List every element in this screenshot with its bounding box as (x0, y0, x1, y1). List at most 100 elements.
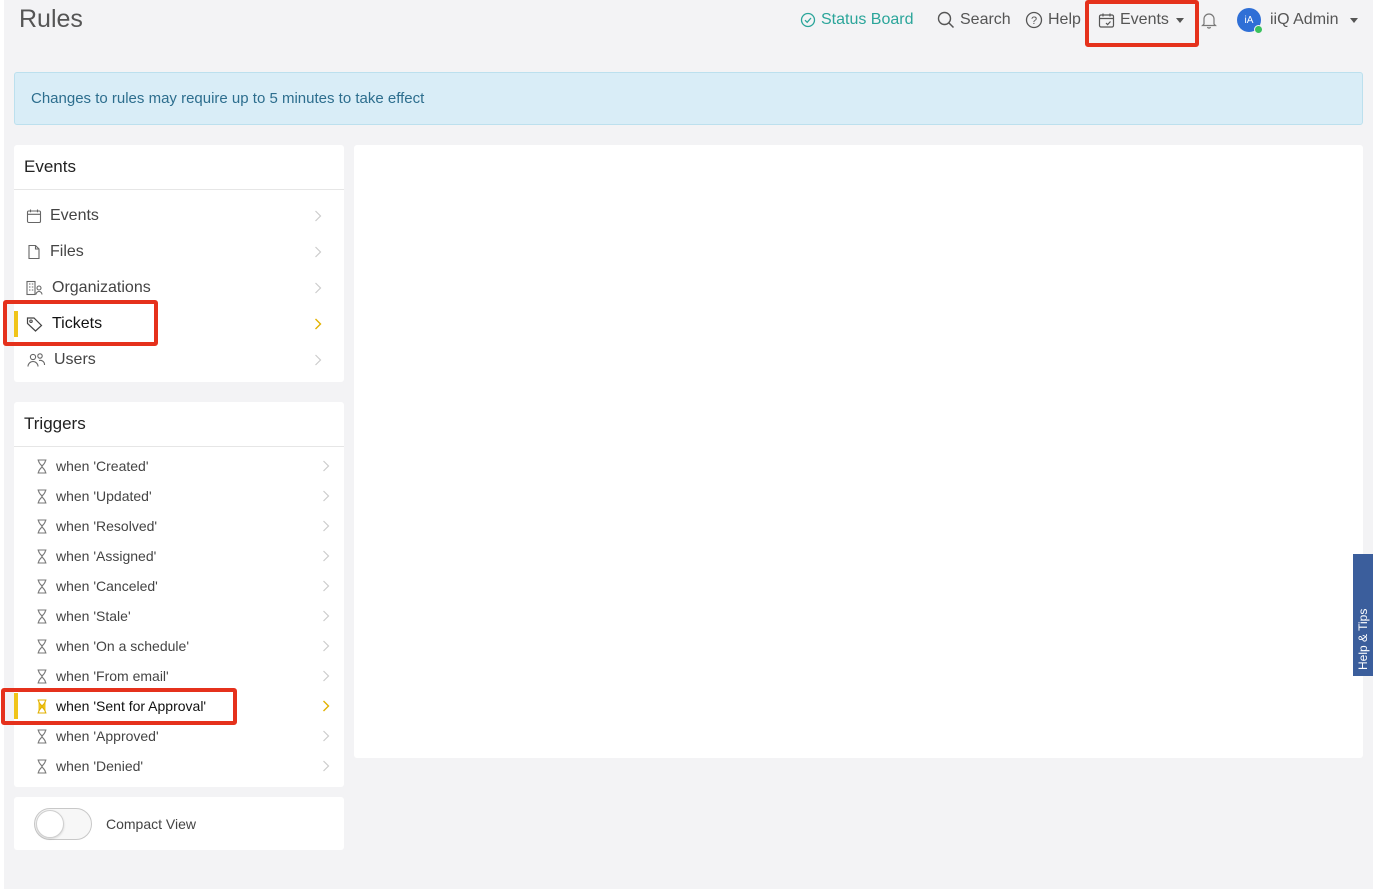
status-board-link[interactable]: Status Board (800, 9, 914, 31)
events-dropdown-label: Events (1120, 11, 1169, 28)
trigger-label: 'Assigned' (93, 548, 157, 564)
compact-view-label: Compact View (106, 815, 197, 832)
chevron-right-icon (323, 670, 330, 682)
event-item-files[interactable]: Files (14, 234, 344, 270)
trigger-prefix: when (56, 608, 94, 624)
event-item-label: Tickets (52, 315, 103, 332)
info-banner: Changes to rules may require up to 5 min… (14, 72, 1363, 125)
search-link[interactable]: Search (937, 9, 1011, 31)
chevron-right-icon (315, 246, 322, 258)
users-icon (27, 353, 46, 367)
help-tips-label: Help & Tips (1356, 608, 1370, 670)
notifications-button[interactable] (1200, 9, 1223, 31)
events-dropdown[interactable]: Events (1098, 9, 1184, 31)
trigger-label: 'Approved' (93, 728, 159, 744)
tag-icon (26, 317, 43, 332)
trigger-item[interactable]: when 'Resolved' (14, 511, 344, 541)
calendar-check-icon (1098, 13, 1115, 28)
event-item-tickets[interactable]: Tickets (14, 306, 344, 342)
bell-icon (1201, 13, 1217, 29)
chevron-right-icon (323, 640, 330, 652)
triggers-panel: Triggers when 'Created' when 'Updated' whe… (14, 402, 344, 787)
hourglass-icon (37, 758, 47, 774)
avatar-initials: iA (1244, 14, 1254, 26)
trigger-label: 'On a schedule' (93, 638, 189, 654)
toggle-knob (36, 809, 64, 838)
event-item-organizations[interactable]: Organizations (14, 270, 344, 306)
trigger-item[interactable]: when 'On a schedule' (14, 631, 344, 661)
avatar: iA (1237, 8, 1263, 34)
page-title: Rules (19, 5, 83, 33)
trigger-item[interactable]: when 'Approved' (14, 721, 344, 751)
calendar-icon (26, 209, 42, 224)
trigger-label: 'From email' (93, 668, 169, 684)
trigger-prefix: when (56, 638, 94, 654)
trigger-prefix: when (56, 488, 94, 504)
hourglass-icon (37, 698, 47, 714)
hourglass-icon (37, 488, 47, 504)
svg-text:?: ? (1031, 15, 1037, 27)
trigger-label: 'Denied' (93, 758, 144, 774)
search-label: Search (960, 11, 1011, 28)
help-label: Help (1048, 11, 1081, 28)
trigger-label: 'Created' (93, 458, 149, 474)
hourglass-icon (37, 608, 47, 624)
hourglass-icon (37, 458, 47, 474)
trigger-item[interactable]: when 'Created' (14, 451, 344, 481)
trigger-item[interactable]: when 'Denied' (14, 751, 344, 781)
chevron-right-icon (323, 580, 330, 592)
trigger-prefix: when (56, 668, 94, 684)
trigger-label: 'Resolved' (93, 518, 158, 534)
info-banner-text: Changes to rules may require up to 5 min… (31, 90, 425, 107)
hourglass-icon (37, 638, 47, 654)
trigger-item[interactable]: when 'Sent for Approval' (14, 691, 344, 721)
chevron-down-icon (1175, 17, 1184, 23)
rule-content-panel (354, 145, 1363, 758)
file-icon (28, 244, 40, 260)
event-item-events[interactable]: Events (14, 198, 344, 234)
trigger-prefix: when (56, 548, 94, 564)
trigger-prefix: when (56, 458, 94, 474)
chevron-right-icon (315, 354, 322, 366)
event-item-users[interactable]: Users (14, 342, 344, 378)
compact-view-toggle[interactable] (34, 807, 92, 840)
hourglass-icon (37, 578, 47, 594)
chevron-down-icon (1350, 17, 1359, 23)
check-circle-icon (800, 12, 816, 28)
user-menu[interactable]: iA iiQ Admin (1237, 8, 1359, 34)
hourglass-icon (37, 668, 47, 684)
chevron-right-icon (323, 760, 330, 772)
trigger-label: 'Sent for Approval' (93, 698, 207, 714)
trigger-item[interactable]: when 'From email' (14, 661, 344, 691)
trigger-label: 'Canceled' (93, 578, 158, 594)
events-list: Events Files Organizations Tickets Users (14, 190, 344, 378)
chevron-right-icon (315, 210, 322, 222)
chevron-right-icon (323, 730, 330, 742)
chevron-right-icon (323, 700, 330, 712)
trigger-item[interactable]: when 'Canceled' (14, 571, 344, 601)
chevron-right-icon (323, 550, 330, 562)
app-root: Rules Status Board Search ? Help Events … (1, 0, 1373, 889)
search-icon (937, 11, 955, 29)
trigger-prefix: when (56, 698, 94, 714)
trigger-prefix: when (56, 578, 94, 594)
compact-view-panel: Compact View (14, 797, 344, 850)
help-link[interactable]: ? Help (1025, 9, 1081, 31)
chevron-right-icon (323, 520, 330, 532)
online-status-dot (1254, 25, 1263, 34)
event-item-label: Files (50, 243, 84, 260)
status-board-label: Status Board (821, 11, 914, 28)
events-panel-title: Events (14, 145, 344, 190)
help-circle-icon: ? (1025, 11, 1043, 29)
hourglass-icon (37, 728, 47, 744)
trigger-item[interactable]: when 'Stale' (14, 601, 344, 631)
trigger-item[interactable]: when 'Assigned' (14, 541, 344, 571)
chevron-right-icon (315, 318, 322, 330)
event-item-label: Users (54, 351, 96, 368)
hourglass-icon (37, 548, 47, 564)
trigger-label: 'Updated' (93, 488, 152, 504)
chevron-right-icon (323, 460, 330, 472)
trigger-item[interactable]: when 'Updated' (14, 481, 344, 511)
help-tips-tab[interactable]: Help & Tips (1353, 554, 1373, 676)
user-name: iiQ Admin (1270, 11, 1339, 28)
